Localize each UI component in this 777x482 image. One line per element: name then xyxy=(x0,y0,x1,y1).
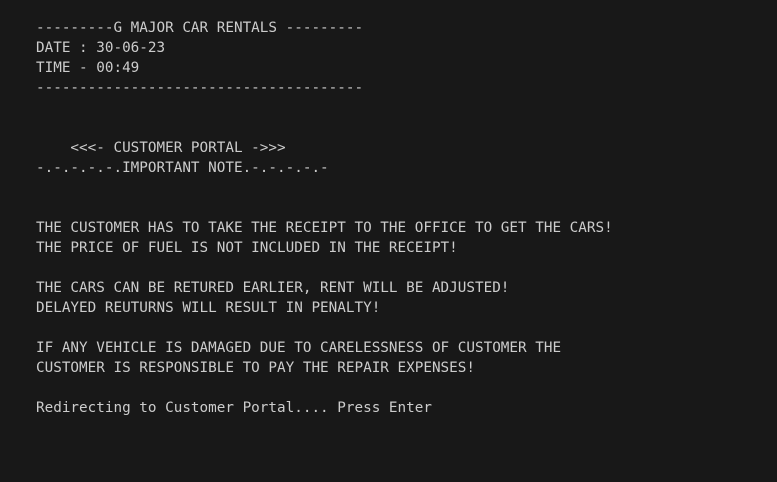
note-receipt-line: THE CUSTOMER HAS TO TAKE THE RECEIPT TO … xyxy=(36,220,613,236)
note-damage-line-2: CUSTOMER IS RESPONSIBLE TO PAY THE REPAI… xyxy=(36,360,475,376)
date-line: DATE : 30-06-23 xyxy=(36,40,166,56)
time-line: TIME - 00:49 xyxy=(36,60,140,76)
header-divider-line: -------------------------------------- xyxy=(36,80,364,96)
terminal-output[interactable]: ---------G MAJOR CAR RENTALS --------- D… xyxy=(0,0,777,482)
redirect-prompt[interactable]: Redirecting to Customer Portal.... Press… xyxy=(36,398,777,418)
note-early-return-line: THE CARS CAN BE RETURED EARLIER, RENT WI… xyxy=(36,280,510,296)
note-fuel-line: THE PRICE OF FUEL IS NOT INCLUDED IN THE… xyxy=(36,240,458,256)
note-delayed-return-line: DELAYED REUTURNS WILL RESULT IN PENALTY! xyxy=(36,300,381,316)
header-title-line: ---------G MAJOR CAR RENTALS --------- xyxy=(36,20,364,36)
note-damage-line-1: IF ANY VEHICLE IS DAMAGED DUE TO CARELES… xyxy=(36,340,562,356)
customer-portal-heading: <<<- CUSTOMER PORTAL ->>> xyxy=(36,140,286,156)
important-note-heading: -.-.-.-.-.IMPORTANT NOTE.-.-.-.-.- xyxy=(36,160,329,176)
